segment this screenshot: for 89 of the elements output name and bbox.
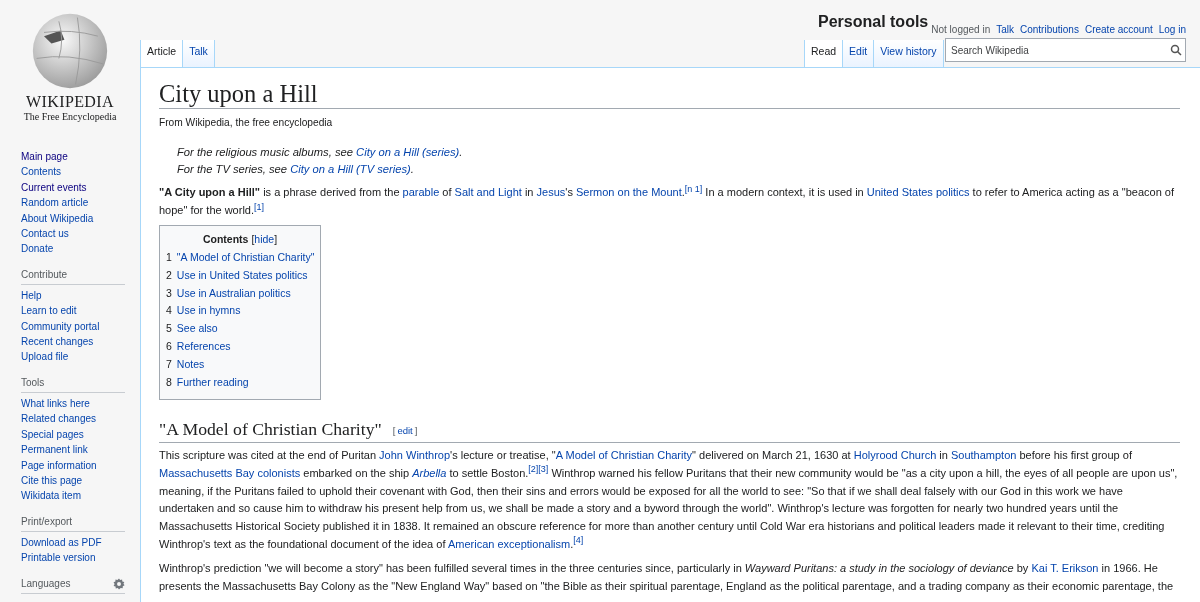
hatnote: For the religious music albums, see City on a Hill (series). (177, 145, 463, 160)
page-title: City upon a Hill (159, 80, 318, 108)
account-link[interactable]: Log in (1158, 24, 1186, 36)
sidebar-link[interactable]: Community portal (21, 318, 100, 335)
toc-number: 4 (166, 303, 172, 319)
globe-logo-icon[interactable] (31, 12, 109, 90)
toc-link[interactable]: "A Model of Christian Charity" (176, 249, 315, 267)
tab[interactable]: Talk (183, 40, 215, 67)
toc-number: 2 (166, 267, 172, 283)
text-link[interactable]: Holyrood Church (853, 449, 937, 461)
toc-number: 1 (166, 250, 172, 265)
sidebar-link[interactable]: Wikidata item (21, 488, 81, 504)
sidebar-link[interactable]: Contact us (21, 226, 69, 242)
tab[interactable]: Edit (843, 40, 875, 67)
sidebar-link[interactable]: Upload file (21, 349, 69, 365)
sidebar-link[interactable]: Help (21, 287, 42, 304)
account-link[interactable]: Talk (996, 24, 1014, 36)
account-link[interactable]: Contributions (1020, 24, 1079, 36)
settings-icon[interactable] (113, 577, 125, 590)
text-link[interactable]: A Model of Christian Charity (555, 449, 693, 461)
reference-link[interactable]: [4] (573, 535, 584, 546)
section-heading: Personal tools (818, 12, 929, 32)
sidebar-link[interactable]: Current events (21, 179, 87, 196)
reference-link[interactable]: [3] (538, 464, 549, 475)
toc-link[interactable]: See also (176, 320, 218, 338)
body-paragraph: Winthrop's prediction "we will become a story" has been fulfilled several times in the three centuries since, particularly in Wayward Puritans: a study in the sociology of deviance by Kai T. Erikson in 1966. He presents the Massachusetts Bay Colony as the "New England Way" based on "the Bible as their spiritual parentage, England as the political parentage, and a trading company as their economic parentage, the (159, 560, 1175, 594)
text-link[interactable]: Arbella (412, 466, 447, 479)
tab[interactable]: View history (874, 40, 944, 67)
sidebar-link[interactable]: Random article (21, 195, 89, 211)
portal-heading: Print/export (21, 515, 73, 528)
sidebar-link[interactable]: What links here (21, 395, 90, 412)
section-heading: "A Model of Christian Charity" (159, 418, 382, 441)
toc-link[interactable]: Notes (176, 355, 205, 374)
sidebar-link[interactable]: Cite this page (21, 472, 83, 489)
search-icon[interactable] (1170, 44, 1182, 56)
toc-link[interactable]: Use in United States politics (176, 266, 308, 285)
text-link[interactable]: Kai T. Erikson (1031, 561, 1099, 574)
status-text: Not logged in (931, 24, 991, 36)
text-link[interactable]: United States politics (866, 186, 970, 198)
sidebar-link[interactable]: Printable version (21, 550, 96, 566)
text-link[interactable]: Salt and Light (454, 186, 522, 198)
toc-title: Contents (202, 232, 249, 247)
reference-link[interactable]: [n 1] (684, 183, 703, 194)
tab[interactable]: Read (804, 40, 844, 67)
bracket: ] (274, 232, 278, 247)
sidebar-link[interactable]: Recent changes (21, 334, 94, 350)
toc-number: 6 (166, 339, 172, 354)
text-link[interactable]: Sermon on the Mount (575, 186, 682, 198)
edit-link[interactable]: edit (397, 423, 413, 438)
sidebar-link[interactable]: Donate (21, 241, 54, 257)
sidebar-link[interactable]: Special pages (21, 426, 84, 443)
hatnote: For the TV series, see City on a Hill (TV series). (177, 162, 414, 177)
toc-link[interactable]: Use in hymns (176, 302, 241, 321)
portal-heading: Languages (21, 577, 71, 590)
toc-link[interactable]: Further reading (176, 373, 249, 392)
reference-link[interactable]: [1] (254, 201, 265, 212)
portal-heading: Contribute (21, 268, 68, 281)
text-link[interactable]: City on a Hill (TV series) (290, 163, 411, 175)
account-link[interactable]: Create account (1084, 24, 1153, 36)
sidebar-link[interactable]: About Wikipedia (21, 210, 94, 227)
search-field[interactable]: Search Wikipedia (945, 38, 1186, 62)
page-subtitle: From Wikipedia, the free encyclopedia (159, 116, 333, 130)
toc-link[interactable]: References (176, 338, 231, 356)
sidebar-link[interactable]: Related changes (21, 411, 97, 427)
text-link[interactable]: John Winthrop (379, 449, 451, 461)
toc-link[interactable]: Use in Australian politics (176, 284, 291, 303)
wordmark: WIKIPEDIA (26, 94, 114, 110)
text-link[interactable]: Jesus (536, 186, 566, 198)
intro-paragraph: "A City upon a Hill" is a phrase derived from the parable of Salt and Light in Jesus's Sermon on the Mount.$^{[n 1]}$ In a modern context, it is used in United States politics to refer to America acting as a "beacon of hope" for the world.$^{[1]}$ (159, 183, 1175, 218)
toc-number: 5 (166, 321, 172, 337)
text-link[interactable]: Southampton (950, 449, 1017, 461)
sidebar-link[interactable]: Learn to edit (21, 303, 77, 319)
tagline: The Free Encyclopedia (23, 112, 117, 122)
text-link[interactable]: Massachusetts Bay colonists (159, 466, 301, 479)
bracket: [ (392, 423, 396, 438)
bracket: [ (251, 232, 255, 247)
sidebar-link[interactable]: Download as PDF (21, 534, 102, 551)
bracket: ] (414, 423, 418, 438)
sidebar-link[interactable]: Page information (21, 457, 97, 473)
tab[interactable]: Article (140, 40, 184, 67)
sidebar-link[interactable]: Permanent link (21, 442, 88, 458)
text-link[interactable]: parable (402, 186, 440, 198)
toc-number: 8 (166, 374, 172, 390)
portal-heading: Tools (21, 376, 45, 389)
sidebar-link[interactable]: Main page (21, 149, 68, 165)
toc-number: 3 (166, 285, 172, 301)
toc-number: 7 (166, 356, 172, 372)
sidebar-link[interactable]: Contents (21, 164, 62, 180)
body-paragraph: This scripture was cited at the end of Puritan John Winthrop's lecture or treatise, "A Model of Christian Charity" delivered on March 21, 1630 at Holyrood Church in Southampton before his first group of Massachusetts Bay colonists embarked on the ship Arbella to settle Boston.$^{[2]}$$^{[3]}$ Winthrop warned his fellow Puritans that their new community would be "as a city upon a hill, the eyes of all people are upon us", meaning, if the Puritans failed to uphold their covenant with God, then their sins and errors would be exposed for all the world to see: "So that if we shall deal falsely with our God in this work we have undertaken and so cause him to withdraw his present help from us, we shall be made a story and a byword through the world". Winthrop's lecture was forgotten for nearly two hundred years until the Massachusetts Historical Society published it in 1838. It remained an obscure reference for more than another century until Cold War era historians and political leaders made it relevant to their time, crediting Winthrop's text as the foundational document of the idea of American exceptionalism.$^{[4]}$ (159, 448, 1179, 552)
